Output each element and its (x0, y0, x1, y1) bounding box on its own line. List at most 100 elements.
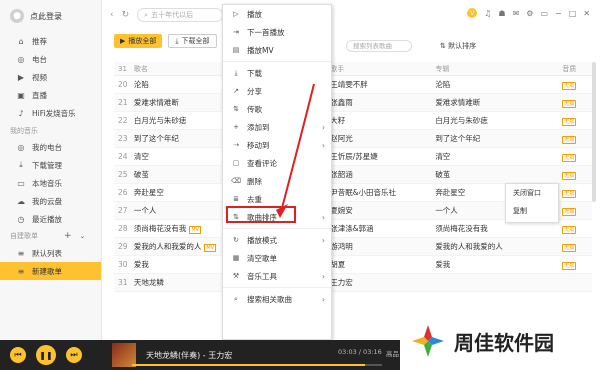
next-icon: ⇥ (233, 28, 239, 36)
context-menu-item[interactable]: ⌕ 搜索相关歌曲 › (223, 290, 331, 308)
online-item[interactable]: ⌂ 推荐 (0, 32, 101, 50)
download-icon: ⤓ (234, 68, 238, 77)
maximize-icon[interactable]: □ (569, 9, 577, 18)
add-playlist-icon[interactable]: + (64, 227, 72, 245)
my_music-item[interactable]: ☁ 我的云盘 (0, 192, 101, 210)
table-row[interactable]: 31 天地龙鳞 王力宏 (114, 274, 592, 292)
my_music-item[interactable]: ⤓ 下载管理 (0, 156, 101, 174)
my_music-item[interactable]: ▭ 本地音乐 (0, 174, 101, 192)
login-area[interactable]: ● 点此登录 (0, 0, 101, 32)
play-icon: ▶ (120, 37, 126, 45)
close-window-item[interactable]: 关闭窗口 (506, 184, 558, 202)
cell-no: 22 (118, 116, 128, 125)
context-menu-label: 播放模式 (247, 235, 277, 245)
online-item[interactable]: ▶ 视频 (0, 68, 101, 86)
cell-no: 24 (118, 152, 128, 161)
mv-badge[interactable]: MV (204, 244, 217, 252)
close-icon[interactable]: ✕ (583, 9, 590, 18)
search-placeholder: 五十年代以后 (151, 11, 194, 19)
cell-q: 无损 (562, 80, 592, 90)
table-row[interactable]: 29 爱我的人和我爱的人 MV 游鸿明 爱我的人和我爱的人 无损 (114, 238, 592, 256)
chevron-down-icon[interactable]: ⌄ (80, 227, 86, 245)
next-button[interactable]: ⏭ (66, 347, 82, 363)
cell-album: 爱难求情难断 (435, 98, 481, 107)
table-row[interactable]: 30 爱我 胡夏 爱我 无损 (114, 256, 592, 274)
settings-icon[interactable]: ⚙ (526, 9, 533, 18)
quality-badge: 无损 (562, 117, 577, 126)
online-item[interactable]: ▣ 直播 (0, 86, 101, 104)
mini-mode-icon[interactable]: ▭ (540, 9, 548, 18)
refresh-icon[interactable]: ↻ (122, 10, 130, 20)
list-search-input[interactable]: 搜索列表歌曲 (346, 40, 412, 52)
vip-icon[interactable]: V (467, 8, 478, 18)
context-menu-label: 移动到 (247, 140, 270, 150)
playlist-item[interactable]: ≡ 默认列表 (0, 244, 101, 262)
now-playing-title: 天地龙鳞(伴奏) - 王力宏 (146, 350, 233, 360)
online-item[interactable]: ♪ HiFi发烧音乐 (0, 104, 101, 122)
pause-button[interactable]: ❚❚ (36, 345, 56, 365)
copy-item[interactable]: 复制 (506, 202, 558, 220)
context-menu-item[interactable]: ⇥ 下一首播放 (223, 23, 331, 41)
download-all-button[interactable]: ⤓ 下载全部 (168, 34, 217, 48)
song-title: 爱我的人和我爱的人 (133, 242, 202, 251)
context-menu-item[interactable]: ▷ 播放 (223, 5, 331, 23)
comment-icon: ▢ (232, 159, 240, 167)
context-menu-item[interactable]: ↻ 播放模式 › (223, 231, 331, 249)
hifi-icon: ♪ (18, 108, 24, 118)
online-item[interactable]: ◎ 电台 (0, 50, 101, 68)
header-quality: 音质 (562, 64, 577, 73)
context-menu-label: 去重 (247, 194, 262, 204)
playlist-item[interactable]: ≡ 新建歌单 (0, 262, 101, 280)
live-icon: ▣ (17, 90, 25, 100)
headphones-icon[interactable]: ♫ (484, 9, 491, 18)
cell-q: 无损 (562, 242, 592, 252)
my_music-item[interactable]: ◷ 最近播放 (0, 210, 101, 228)
song-title: 天地龙鳞 (133, 278, 164, 287)
watermark: 周佳软件园 (400, 312, 600, 370)
quality-badge: 无损 (562, 207, 577, 216)
transfer-icon: ⇅ (233, 105, 239, 113)
play-all-label: 播放全部 (128, 37, 157, 45)
table-header: 31 歌名 歌手 专辑 音质 (114, 62, 592, 76)
context-menu-item[interactable]: ▦ 清空歌单 (223, 249, 331, 267)
sort-icon: ⇅ (440, 42, 449, 50)
trash-icon: ⌫ (231, 177, 241, 185)
global-search-input[interactable]: ⌕ 五十年代以后 (137, 8, 224, 22)
dedupe-icon: ≣ (233, 195, 239, 203)
download-icon: ⤓ (19, 160, 23, 169)
cell-q: 无损 (562, 134, 592, 144)
radio-icon: ◎ (17, 54, 25, 64)
table-row[interactable]: 21 爱难求情难断 张鑫雨 爱难求情难断 无损 (114, 94, 592, 112)
previous-button[interactable]: ⏮ (10, 347, 26, 363)
minimize-icon[interactable]: − (555, 9, 562, 18)
table-row[interactable]: 23 到了这个年纪 赵阿光 到了这个年纪 无损 (114, 130, 592, 148)
cell-artist: 夏婉安 (330, 206, 353, 215)
quality-badge: 无损 (562, 99, 577, 108)
mv-badge[interactable]: MV (189, 226, 202, 234)
cell-artist: 王靖雯不胖 (330, 80, 368, 89)
avatar[interactable]: ● (10, 9, 24, 23)
table-row[interactable]: 25 破茧 张韶涵 破茧 无损 (114, 166, 592, 184)
context-menu-item[interactable]: ▤ 播放MV (223, 41, 331, 59)
back-arrow-icon[interactable]: ‹ (110, 10, 114, 20)
context-menu-label: 清空歌单 (247, 253, 277, 263)
table-row[interactable]: 22 白月光与朱砂痣 大籽 白月光与朱砂痣 无损 (114, 112, 592, 130)
cell-no: 30 (118, 260, 128, 269)
play-all-button[interactable]: ▶ 播放全部 (114, 34, 163, 48)
sidebar: ● 点此登录 ⌂ 推荐 ◎ 电台 ▶ 视频 ▣ 直播 ♪ HiFi发烧音乐 我的音乐 ◎ 我的电台 ⤓… (0, 0, 102, 340)
scrollbar[interactable] (592, 62, 596, 202)
sort-button[interactable]: ⇅ 默认排序 (440, 41, 476, 51)
login-link[interactable]: 点此登录 (30, 11, 62, 22)
context-menu-item[interactable]: ⚒ 音乐工具 › (223, 267, 331, 285)
shirt-icon[interactable]: ☗ (498, 9, 505, 18)
my_music-item[interactable]: ◎ 我的电台 (0, 138, 101, 156)
play-icon: ▷ (233, 10, 239, 18)
online-item-label: HiFi发烧音乐 (32, 108, 76, 118)
progress-bar[interactable] (132, 364, 382, 366)
chevron-right-icon: › (322, 212, 325, 222)
table-row[interactable]: 20 沦陷 王靖雯不胖 沦陷 无损 (114, 76, 592, 94)
mail-icon[interactable]: ✉ (513, 9, 520, 18)
table-row[interactable]: 24 清空 王忻辰/苏星婕 清空 无损 (114, 148, 592, 166)
watermark-logo (412, 325, 444, 357)
cell-album: 沦陷 (435, 80, 451, 89)
